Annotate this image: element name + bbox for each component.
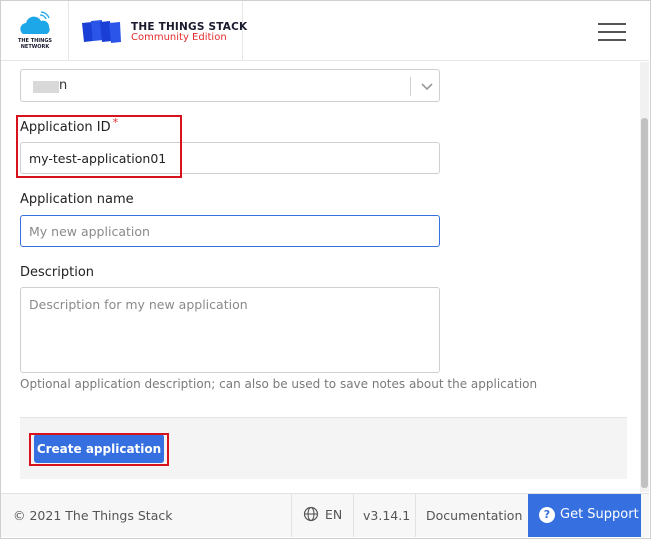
application-name-input[interactable]	[20, 215, 440, 247]
description-label: Description	[20, 265, 95, 280]
scrollbar-thumb[interactable]	[641, 118, 648, 488]
owner-select-value: n	[59, 78, 68, 93]
language-label: EN	[325, 507, 343, 522]
version-text: v3.14.1	[363, 508, 411, 523]
get-support-button[interactable]: ? Get Support	[528, 494, 641, 537]
get-support-label: Get Support	[560, 507, 639, 522]
application-name-label: Application name	[20, 192, 134, 207]
copyright-text: © 2021 The Things Stack	[13, 508, 173, 523]
footer-divider	[291, 494, 292, 537]
select-separator	[410, 77, 411, 96]
globe-icon	[303, 506, 319, 522]
highlight-box-application-id	[16, 115, 182, 178]
owner-select[interactable]: n	[20, 69, 440, 102]
description-textarea[interactable]	[20, 287, 440, 373]
documentation-link[interactable]: Documentation	[426, 508, 522, 523]
stack-edition: Community Edition	[131, 32, 227, 43]
stack-logo-icon	[82, 20, 121, 43]
tti-logo-text-2: NETWORK	[21, 44, 51, 50]
chevron-down-icon[interactable]	[418, 76, 436, 96]
tti-logo[interactable]: THE THINGS NETWORK	[1, 1, 69, 61]
top-header: THE THINGS NETWORK THE THINGS STACK Comm…	[1, 1, 649, 61]
blurred-owner-name	[33, 81, 59, 93]
footer-divider	[353, 494, 354, 537]
stack-logo[interactable]: THE THINGS STACK Community Edition	[69, 1, 247, 61]
tti-cloud-logo: THE THINGS NETWORK	[18, 11, 52, 50]
question-icon: ?	[539, 507, 555, 523]
highlight-box-create-button	[29, 433, 169, 466]
hamburger-menu-icon[interactable]	[598, 23, 628, 41]
language-selector[interactable]: EN	[303, 506, 342, 522]
description-help-text: Optional application description; can al…	[20, 377, 538, 391]
page-footer: © 2021 The Things Stack EN v3.14.1 Docum…	[1, 493, 649, 537]
footer-divider	[415, 494, 416, 537]
